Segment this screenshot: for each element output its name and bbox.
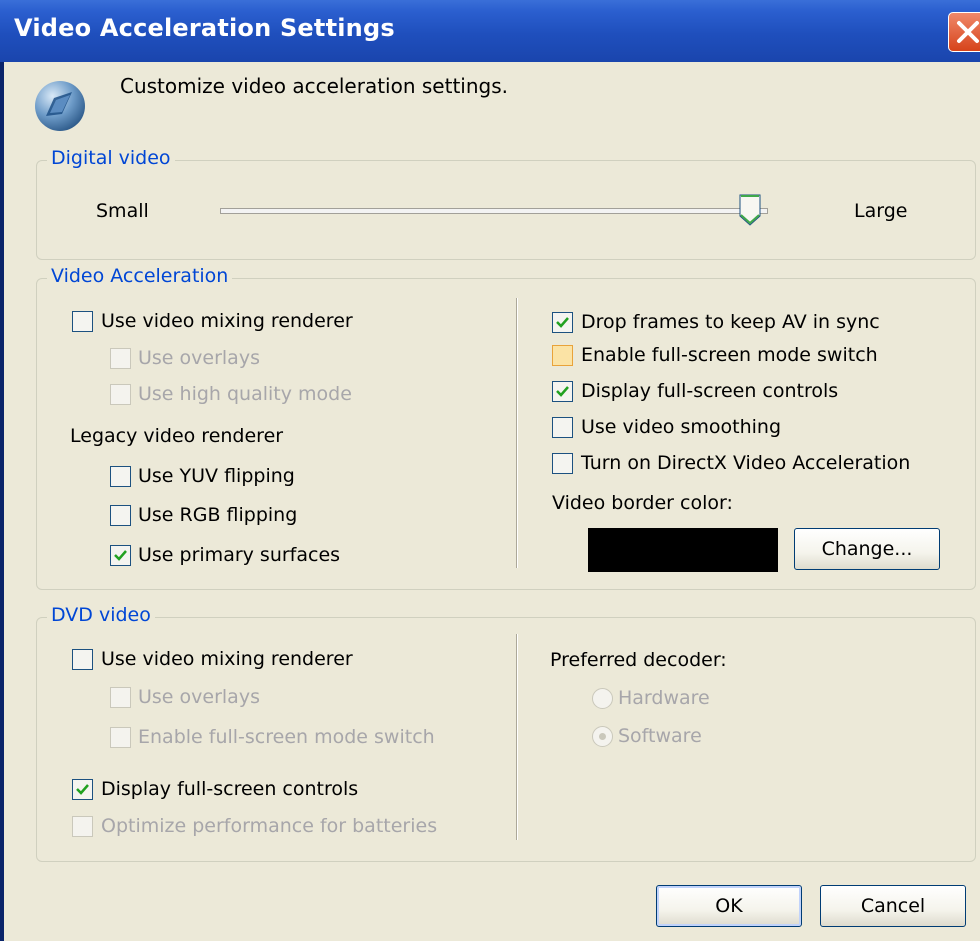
border-color-swatch	[588, 528, 778, 572]
close-icon	[957, 21, 979, 43]
drop-frames-checkbox[interactable]	[552, 312, 573, 333]
yuv-flipping-checkbox[interactable]	[110, 466, 131, 487]
software-radio[interactable]	[592, 726, 613, 747]
slider-track[interactable]	[220, 208, 768, 214]
use-vmr-checkbox[interactable]	[72, 311, 93, 332]
video-smoothing-checkbox[interactable]	[552, 417, 573, 438]
primary-surfaces-checkbox[interactable]	[110, 545, 131, 566]
change-color-button[interactable]: Change...	[794, 528, 940, 570]
fullscreen-controls-checkbox[interactable]	[552, 381, 573, 402]
use-hq-mode-checkbox[interactable]	[110, 384, 131, 405]
hardware-label[interactable]: Hardware	[618, 687, 710, 709]
rgb-flipping-checkbox[interactable]	[110, 505, 131, 526]
radio-selected-dot	[599, 733, 606, 740]
intro-text: Customize video acceleration settings.	[120, 74, 508, 98]
dvd-video-divider	[516, 634, 518, 840]
slider-min-label: Small	[96, 200, 149, 222]
legacy-renderer-heading: Legacy video renderer	[70, 425, 284, 447]
slider-thumb[interactable]	[739, 194, 761, 226]
dialog-client-area: Customize video acceleration settings. D…	[4, 62, 980, 941]
cancel-button[interactable]: Cancel	[820, 885, 966, 927]
directx-accel-label[interactable]: Turn on DirectX Video Acceleration	[581, 452, 910, 474]
video-settings-icon	[35, 81, 85, 131]
digital-video-group-title: Digital video	[47, 147, 175, 169]
preferred-decoder-heading: Preferred decoder:	[550, 649, 727, 671]
dvd-video-group-title: DVD video	[47, 604, 155, 626]
ok-button[interactable]: OK	[656, 885, 802, 927]
primary-surfaces-label[interactable]: Use primary surfaces	[138, 544, 340, 566]
hardware-radio[interactable]	[592, 688, 613, 709]
dvd-fullscreen-controls-label[interactable]: Display full-screen controls	[101, 778, 358, 800]
dvd-fullscreen-controls-checkbox[interactable]	[72, 779, 93, 800]
dvd-use-vmr-checkbox[interactable]	[72, 649, 93, 670]
fullscreen-switch-checkbox[interactable]	[552, 345, 573, 366]
close-button[interactable]	[948, 12, 980, 52]
checkmark-icon	[556, 386, 569, 397]
border-color-label: Video border color:	[552, 492, 733, 514]
drop-frames-label[interactable]: Drop frames to keep AV in sync	[581, 311, 880, 333]
checkmark-icon	[114, 550, 127, 561]
video-smoothing-label[interactable]: Use video smoothing	[581, 416, 781, 438]
optimize-batteries-checkbox[interactable]	[72, 816, 93, 837]
use-overlays-label[interactable]: Use overlays	[138, 347, 260, 369]
window-title: Video Acceleration Settings	[14, 14, 395, 42]
checkmark-icon	[556, 317, 569, 328]
software-label[interactable]: Software	[618, 725, 702, 747]
slider-max-label: Large	[854, 200, 908, 222]
fullscreen-switch-label[interactable]: Enable full-screen mode switch	[581, 344, 878, 366]
use-vmr-label[interactable]: Use video mixing renderer	[101, 310, 353, 332]
optimize-batteries-label[interactable]: Optimize performance for batteries	[101, 815, 437, 837]
video-acceleration-divider	[516, 298, 518, 568]
title-bar[interactable]: Video Acceleration Settings	[0, 0, 980, 62]
directx-accel-checkbox[interactable]	[552, 453, 573, 474]
dvd-fullscreen-switch-label[interactable]: Enable full-screen mode switch	[138, 726, 435, 748]
video-acceleration-group-title: Video Acceleration	[47, 265, 233, 287]
rgb-flipping-label[interactable]: Use RGB flipping	[138, 504, 297, 526]
yuv-flipping-label[interactable]: Use YUV flipping	[138, 465, 295, 487]
dvd-use-overlays-label[interactable]: Use overlays	[138, 686, 260, 708]
dialog-window: Video Acceleration Settings Customize vi…	[0, 0, 980, 941]
dvd-fullscreen-switch-checkbox[interactable]	[110, 727, 131, 748]
use-hq-mode-label[interactable]: Use high quality mode	[138, 383, 352, 405]
dvd-use-vmr-label[interactable]: Use video mixing renderer	[101, 648, 353, 670]
use-overlays-checkbox[interactable]	[110, 348, 131, 369]
dvd-use-overlays-checkbox[interactable]	[110, 687, 131, 708]
fullscreen-controls-label[interactable]: Display full-screen controls	[581, 380, 838, 402]
checkmark-icon	[76, 784, 89, 795]
